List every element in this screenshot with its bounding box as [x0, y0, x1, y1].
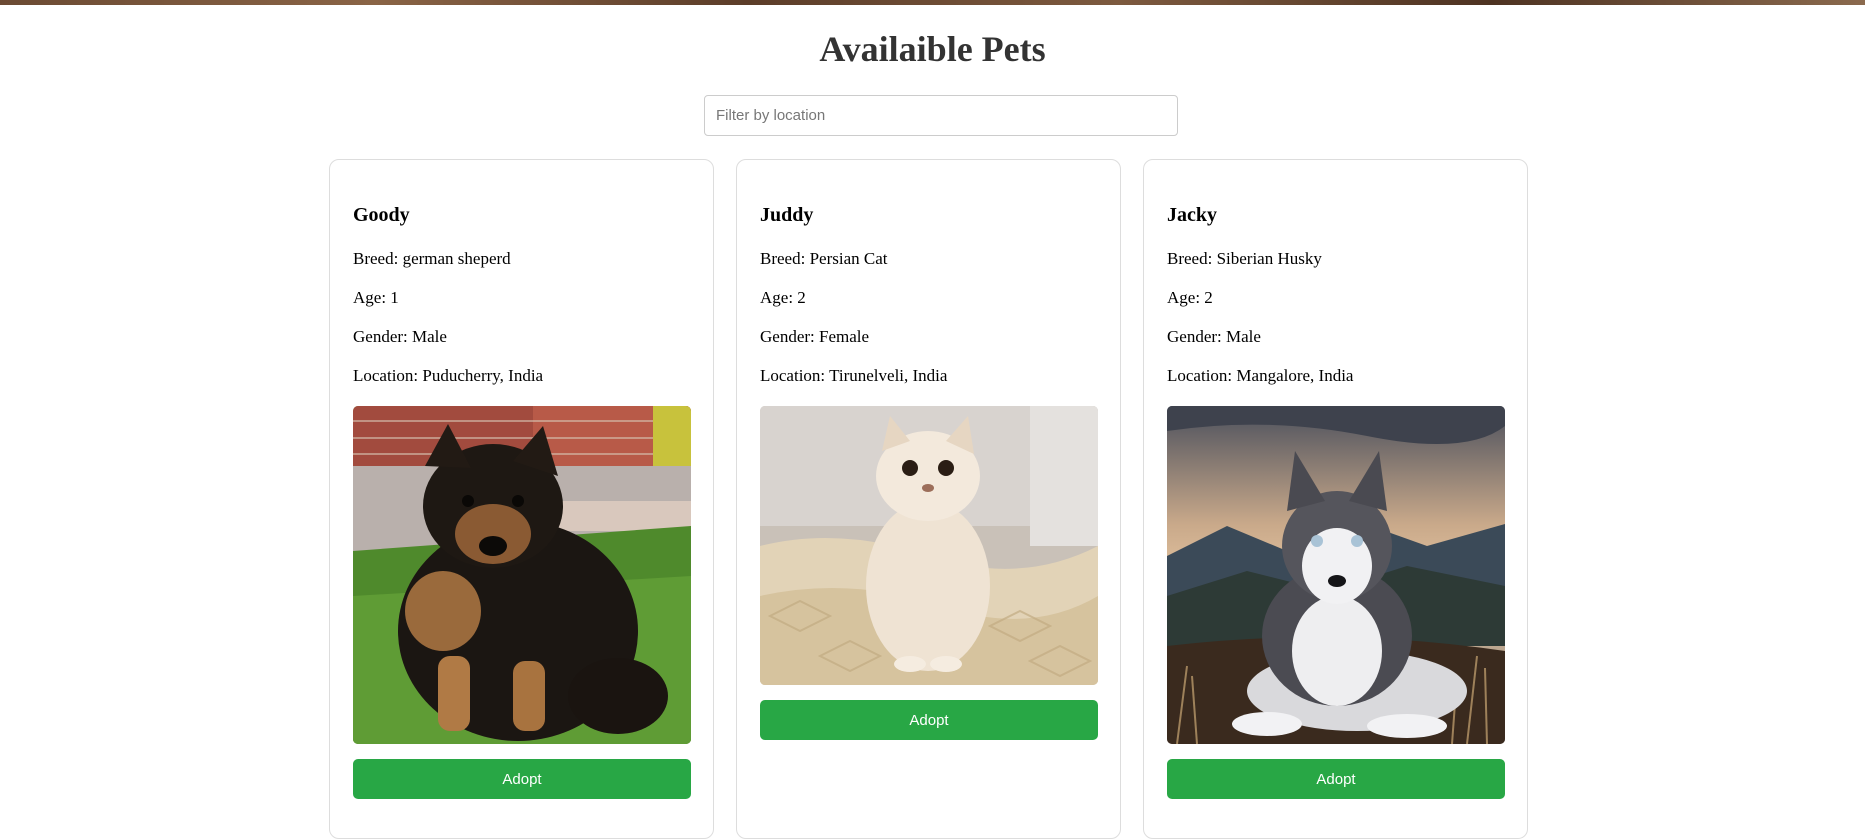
pet-gender: Gender: Male	[353, 327, 447, 346]
pet-location: Location: Tirunelveli, India	[760, 366, 948, 385]
adopt-button[interactable]: Adopt	[1167, 759, 1505, 799]
pet-breed: Breed: Siberian Husky	[1167, 249, 1322, 268]
pet-breed: Breed: german sheperd	[353, 249, 511, 268]
page-title: Availaible Pets	[819, 29, 1046, 69]
pet-card-jacky: Jacky Breed: Siberian Husky Age: 2 Gende…	[1143, 159, 1528, 839]
pet-age: Age: 1	[353, 288, 399, 307]
pet-location: Location: Puducherry, India	[353, 366, 544, 385]
pet-photo-siberian-husky	[1167, 406, 1505, 744]
pet-breed: Breed: Persian Cat	[760, 249, 888, 268]
pet-photo-german-shepherd-puppy	[353, 406, 691, 744]
adopt-button[interactable]: Adopt	[760, 700, 1098, 740]
pet-card-juddy: Juddy Breed: Persian Cat Age: 2 Gender: …	[736, 159, 1121, 839]
pet-age: Age: 2	[1167, 288, 1213, 307]
pet-card-goody: Goody Breed: german sheperd Age: 1 Gende…	[329, 159, 714, 839]
pet-location: Location: Mangalore, India	[1167, 366, 1354, 385]
pet-photo-persian-cat	[760, 406, 1098, 685]
pet-gender: Gender: Female	[760, 327, 870, 346]
adopt-button[interactable]: Adopt	[353, 759, 691, 799]
pet-name: Juddy	[760, 204, 814, 226]
pet-gender: Gender: Male	[1167, 327, 1261, 346]
pet-name: Jacky	[1167, 204, 1217, 226]
pet-name: Goody	[353, 204, 410, 226]
header-banner-strip	[0, 0, 1865, 5]
location-filter-input[interactable]	[704, 95, 1178, 136]
pet-age: Age: 2	[760, 288, 806, 307]
